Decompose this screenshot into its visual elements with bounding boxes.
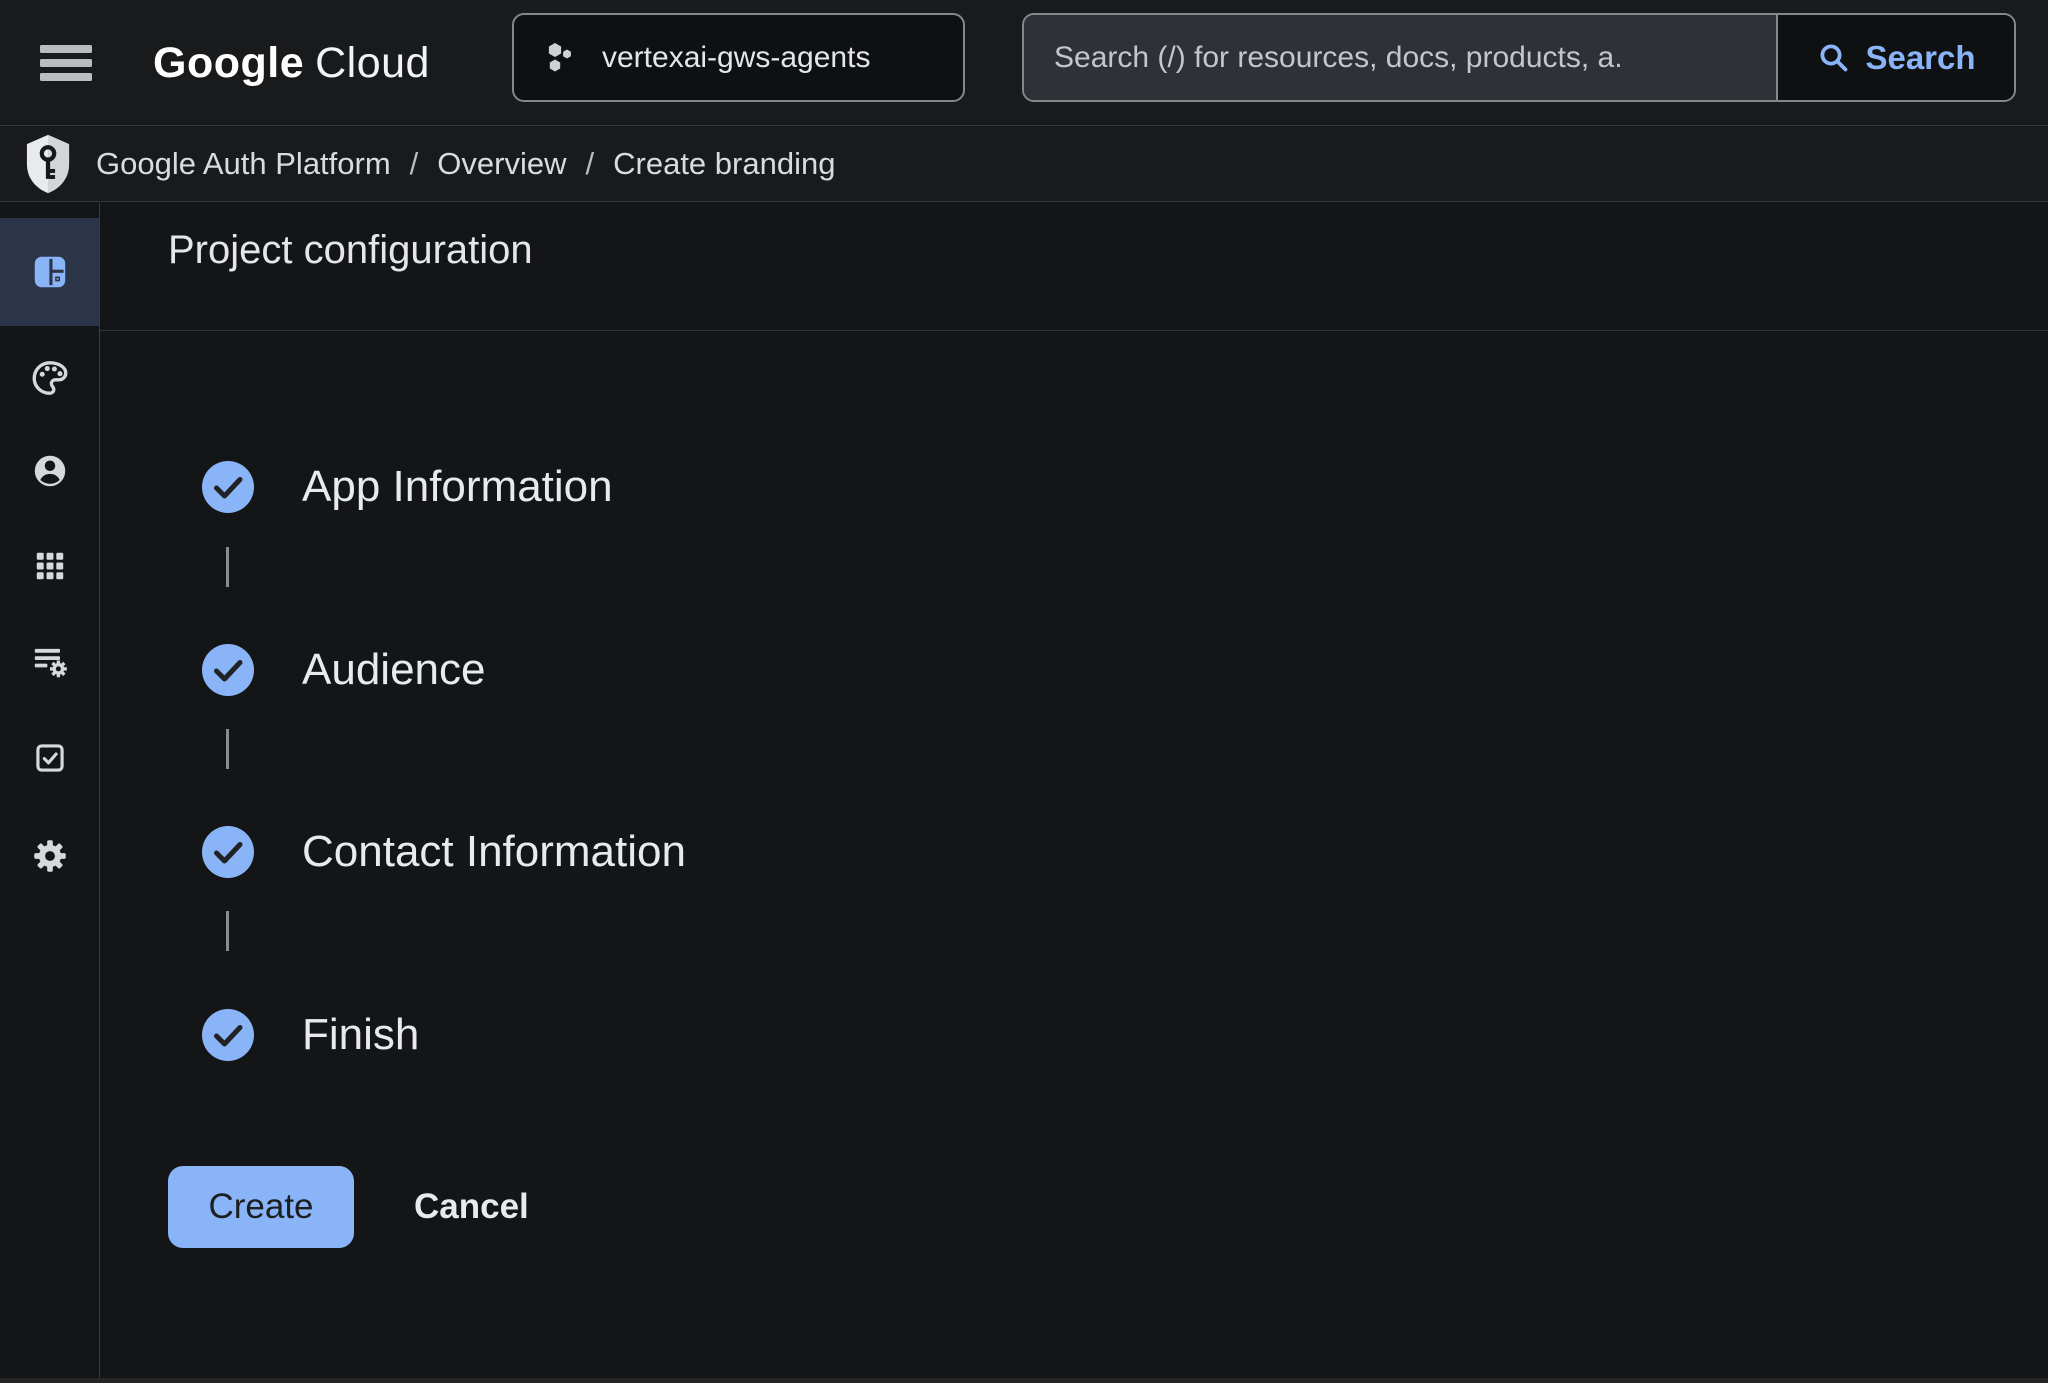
breadcrumb-separator: / — [410, 146, 419, 182]
auth-platform-shield-key-icon — [22, 133, 74, 195]
settings-gear-icon — [29, 835, 71, 877]
nav-item-settings[interactable] — [0, 808, 99, 904]
top-bar: Google Cloud vertexai-gws-agents Search — [0, 0, 2048, 126]
breadcrumb-item-auth-platform[interactable]: Google Auth Platform — [96, 146, 391, 182]
step-connector — [226, 547, 229, 587]
search-icon — [1816, 40, 1852, 76]
page-title: Project configuration — [168, 228, 533, 273]
nav-item-verification-center[interactable] — [0, 710, 99, 806]
step-label: App Information — [302, 462, 613, 512]
bottom-edge-strip — [0, 1378, 2048, 1383]
breadcrumb-item-overview[interactable]: Overview — [437, 146, 566, 182]
create-button[interactable]: Create — [168, 1166, 354, 1248]
step-label: Contact Information — [302, 827, 686, 877]
step-contact-information[interactable]: Contact Information — [202, 826, 686, 878]
project-name: vertexai-gws-agents — [602, 41, 870, 75]
data-access-list-gear-icon — [29, 640, 71, 682]
main-menu-button[interactable] — [36, 34, 96, 92]
main-content: Project configuration App Information Au… — [100, 203, 2048, 1383]
breadcrumb-bar: Google Auth Platform / Overview / Create… — [0, 127, 2048, 202]
logo-word-cloud: Cloud — [315, 39, 430, 88]
nav-item-audience[interactable] — [0, 423, 99, 519]
nav-item-data-access[interactable] — [0, 613, 99, 709]
step-connector — [226, 729, 229, 769]
hamburger-menu-icon — [40, 44, 92, 82]
search-button[interactable]: Search — [1776, 15, 2014, 100]
search-bar: Search — [1022, 13, 2016, 102]
clients-apps-grid-icon — [29, 545, 71, 587]
nav-item-clients[interactable] — [0, 518, 99, 614]
nav-item-branding[interactable] — [0, 330, 99, 426]
step-check-icon — [202, 826, 254, 878]
step-audience[interactable]: Audience — [202, 644, 485, 696]
breadcrumb-separator: / — [586, 146, 595, 182]
verification-checkbox-icon — [29, 737, 71, 779]
step-check-icon — [202, 644, 254, 696]
branding-palette-icon — [29, 357, 71, 399]
step-label: Audience — [302, 645, 485, 695]
step-check-icon — [202, 461, 254, 513]
google-cloud-console: Google Cloud vertexai-gws-agents Search — [0, 0, 2048, 1383]
cancel-button[interactable]: Cancel — [404, 1166, 539, 1248]
search-input[interactable] — [1024, 15, 1776, 100]
search-button-label: Search — [1865, 39, 1975, 77]
step-check-icon — [202, 1009, 254, 1061]
breadcrumb: Google Auth Platform / Overview / Create… — [96, 146, 835, 182]
step-finish[interactable]: Finish — [202, 1009, 419, 1061]
logo-word-google: Google — [153, 39, 304, 88]
breadcrumb-item-create-branding[interactable]: Create branding — [613, 146, 835, 182]
step-app-information[interactable]: App Information — [202, 461, 613, 513]
nav-item-overview[interactable] — [0, 218, 99, 326]
audience-person-icon — [29, 450, 71, 492]
title-divider — [100, 330, 2048, 331]
step-connector — [226, 911, 229, 951]
left-nav — [0, 203, 100, 1383]
step-label: Finish — [302, 1010, 419, 1060]
google-cloud-logo[interactable]: Google Cloud — [153, 0, 430, 126]
overview-dashboard-icon — [29, 251, 71, 293]
project-hexagons-icon — [542, 40, 578, 76]
project-selector[interactable]: vertexai-gws-agents — [512, 13, 965, 102]
